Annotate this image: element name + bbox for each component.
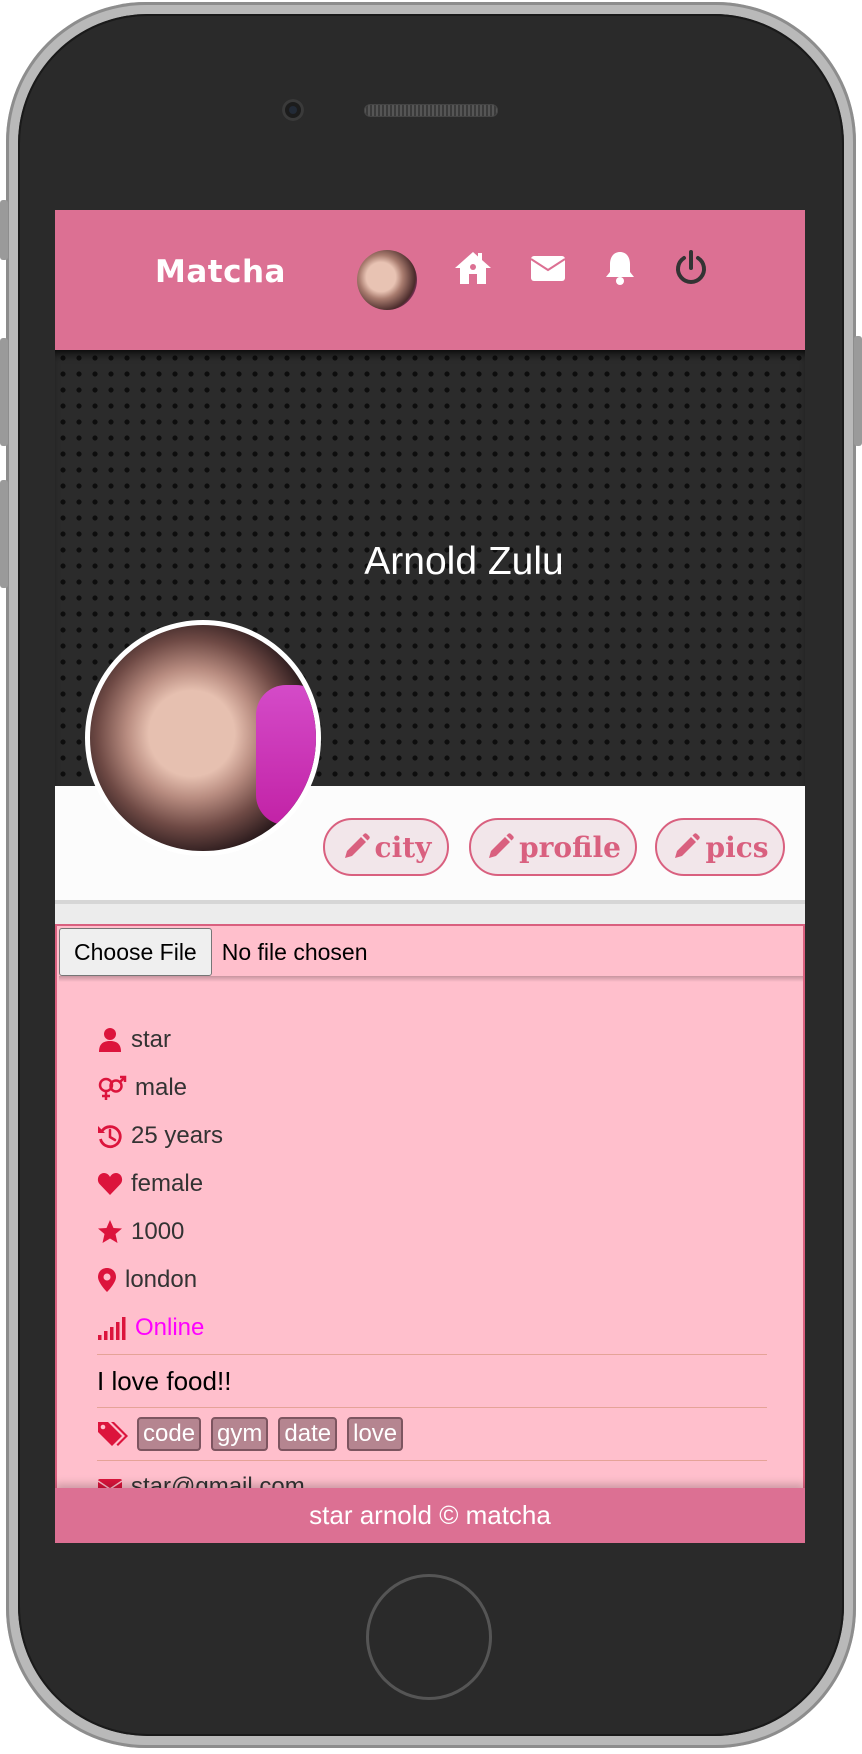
age-text: 25 years [131,1122,224,1149]
pencil-icon [675,833,701,858]
location-text: london [125,1266,198,1293]
choose-file-button[interactable]: Choose File [59,928,212,976]
online-status: Online [135,1314,205,1341]
pencil-icon [344,833,370,858]
divider [97,1407,767,1408]
edit-pics-button[interactable]: pics [655,818,785,876]
phone-volume-up [0,338,8,446]
tag-chip[interactable]: gym [211,1417,269,1451]
info-rating: 1000 [97,1208,767,1256]
divider [97,1460,767,1461]
phone-power-button [854,336,862,446]
rating-text: 1000 [131,1218,185,1245]
info-username: star [97,1016,767,1064]
tags-icon [98,1422,128,1446]
brand-logo[interactable]: Matcha [155,254,286,290]
profile-name: Arnold Zulu [364,540,564,583]
tag-chip[interactable]: date [278,1417,338,1451]
nav-avatar[interactable] [357,250,417,310]
info-gender: male [97,1064,767,1112]
info-age: 25 years [97,1112,767,1160]
heart-icon [97,1173,123,1195]
info-status: Online [97,1304,767,1352]
file-status: No file chosen [221,938,368,965]
edit-profile-label: profile [519,830,621,864]
power-icon[interactable] [671,248,711,288]
footer: star arnold © matcha [55,1488,805,1543]
interest-tags: code gym date love [97,1410,767,1458]
front-camera [282,99,304,121]
user-icon [99,1028,121,1052]
edit-pics-label: pics [705,830,769,864]
info-preference: female [97,1160,767,1208]
username-text: star [131,1026,172,1053]
edit-city-label: city [374,830,432,864]
section-separator [55,904,805,924]
tag-chip[interactable]: code [137,1417,202,1451]
star-icon [98,1220,122,1243]
navbar: Matcha [55,210,805,350]
venus-mars-icon [98,1075,127,1100]
profile-info-panel: Choose File No file chosen star male 25 … [55,924,805,1504]
app-screen: Matcha Arnold Zulu city profile pics Cho… [55,210,805,1543]
pencil-icon [489,833,514,858]
envelope-icon[interactable] [528,248,568,288]
info-list: star male 25 years female 1000 london On… [97,1016,767,1502]
edit-profile-button[interactable]: profile [469,818,637,876]
earpiece-speaker [364,104,498,117]
phone-volume-down [0,480,8,588]
phone-mute-switch [0,200,8,260]
bio-text: I love food!! [97,1365,232,1396]
home-icon[interactable] [453,248,493,288]
profile-avatar[interactable] [85,620,321,856]
map-marker-icon [98,1268,116,1292]
upload-shadow [59,976,803,982]
tag-chip[interactable]: love [347,1417,404,1451]
history-icon [98,1125,122,1149]
divider [97,1354,767,1355]
edit-city-button[interactable]: city [323,818,449,876]
file-upload: Choose File No file chosen [59,928,367,976]
bell-icon[interactable] [600,248,640,288]
signal-icon [98,1317,126,1340]
phone-home-button[interactable] [366,1574,492,1700]
preference-text: female [131,1170,204,1197]
info-location: london [97,1256,767,1304]
gender-text: male [135,1074,188,1101]
